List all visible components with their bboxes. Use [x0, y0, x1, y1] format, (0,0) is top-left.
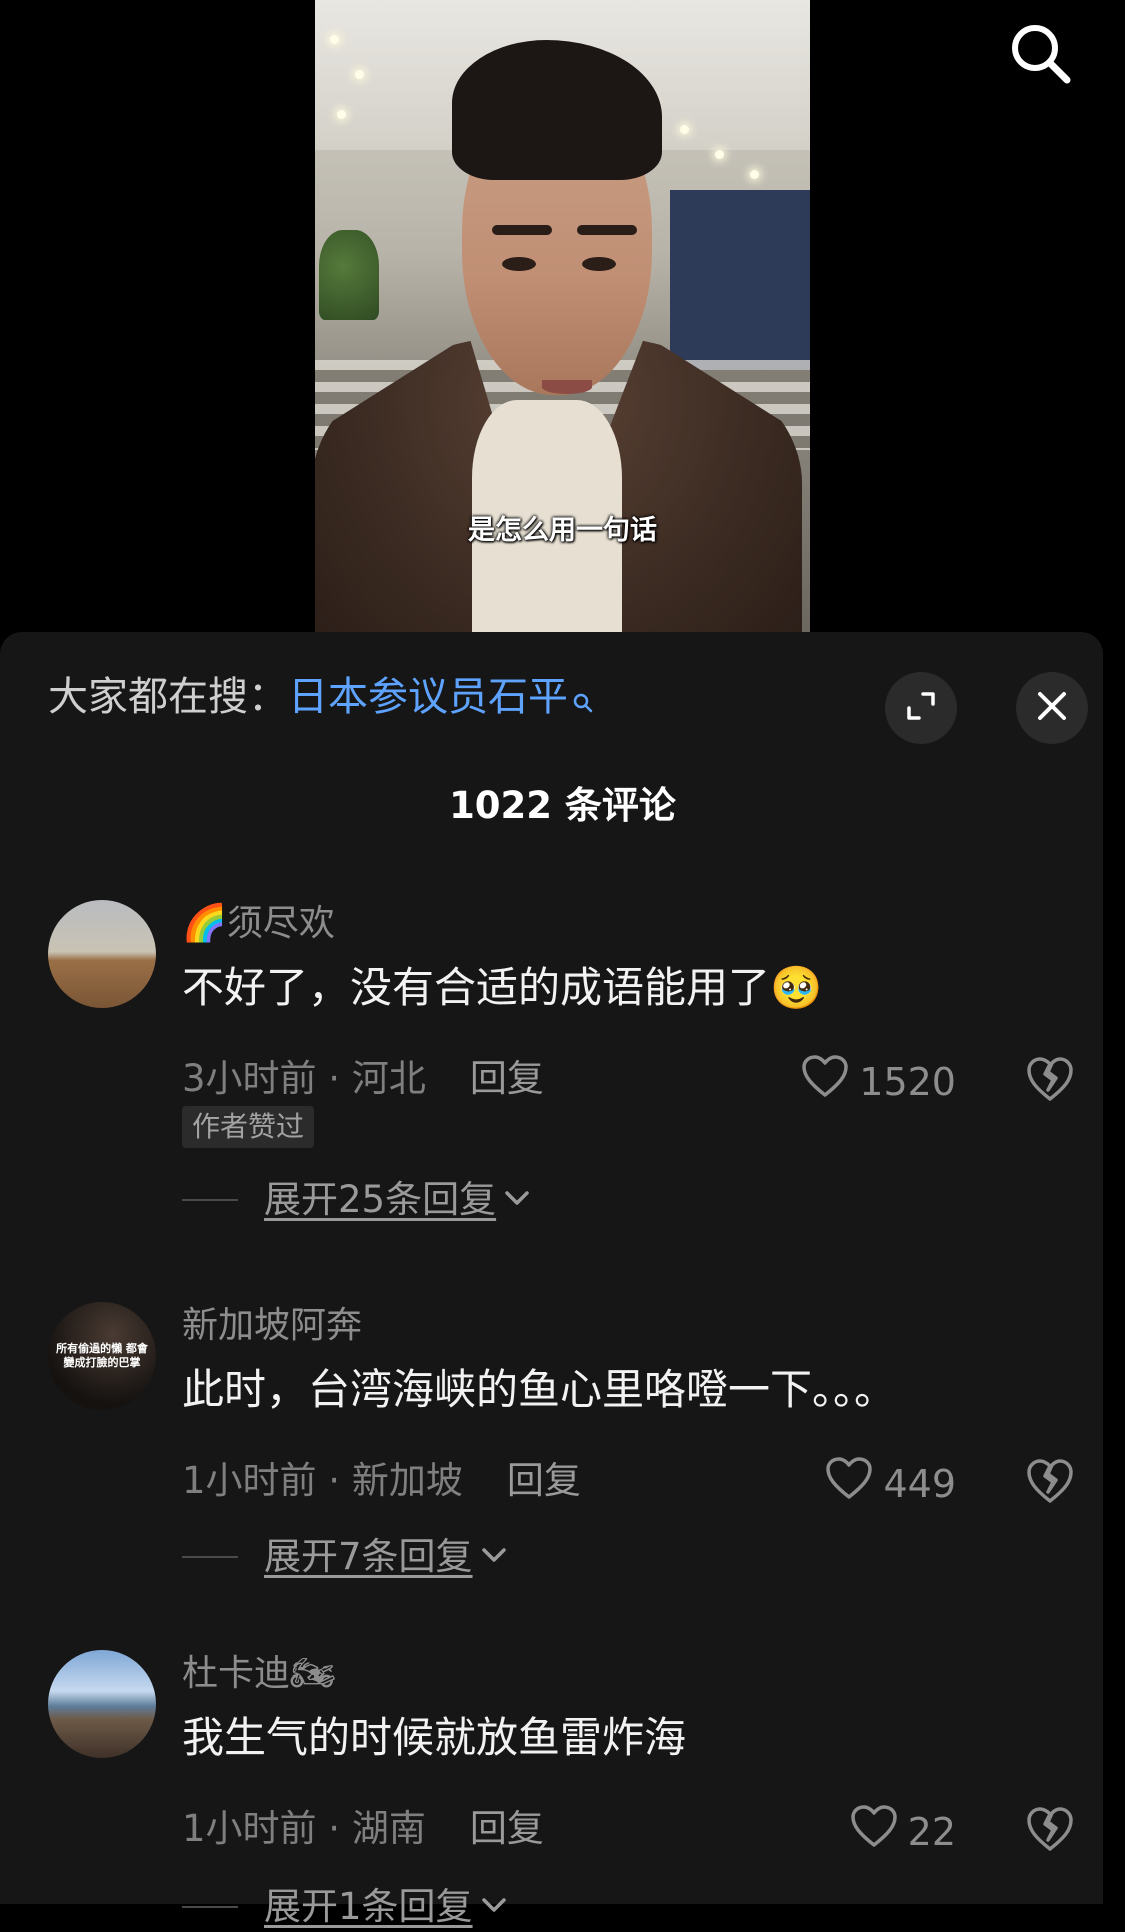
expand-replies-button[interactable]: 展开7条回复 — [182, 1532, 507, 1582]
motorcycle-emoji: 🏍 — [290, 1653, 336, 1694]
username-text: 杜卡迪 — [182, 1653, 291, 1694]
trending-search[interactable]: 大家都在搜：日本参议员石平 — [48, 672, 594, 726]
author-liked-badge: 作者赞过 — [182, 1106, 315, 1148]
dislike-icon[interactable] — [1025, 1804, 1075, 1854]
avatar[interactable]: 所有偷過的懶 都會變成打臉的巴掌 — [48, 1302, 156, 1410]
like-count: 1520 — [859, 1060, 956, 1104]
comment-meta: 3小时前 · 河北 回复 — [182, 1057, 544, 1100]
reply-button[interactable]: 回复 — [470, 1807, 544, 1850]
expand-button[interactable] — [885, 672, 957, 744]
like-button[interactable]: 22 — [850, 1804, 956, 1860]
video-frame[interactable]: 是怎么用一句话 — [315, 0, 810, 635]
comment-text-body: 不好了，没有合适的成语能用了 — [182, 963, 771, 1012]
avatar[interactable] — [48, 900, 156, 1008]
right-eye — [582, 257, 616, 271]
ceiling-light — [337, 110, 346, 119]
reply-button[interactable]: 回复 — [507, 1459, 581, 1502]
chevron-down-icon — [504, 1189, 530, 1211]
comment-username[interactable]: 🌈须尽欢 — [182, 900, 335, 948]
dislike-icon[interactable] — [1025, 1054, 1075, 1104]
comment-username[interactable]: 新加坡阿奔 — [182, 1302, 362, 1350]
expand-replies-label: 展开1条回复 — [264, 1885, 473, 1928]
comment-location: 河北 — [351, 1057, 426, 1100]
heart-icon — [801, 1054, 849, 1110]
dislike-icon[interactable] — [1025, 1456, 1075, 1506]
expand-replies-label: 展开25条回复 — [264, 1178, 497, 1221]
expand-replies-button[interactable]: 展开1条回复 — [182, 1882, 507, 1932]
divider-line — [182, 1199, 238, 1201]
close-icon — [1035, 689, 1069, 727]
like-button[interactable]: 449 — [825, 1456, 956, 1512]
avatar-caption: 所有偷過的懶 都會變成打臉的巴掌 — [56, 1342, 148, 1369]
video-player[interactable]: 是怎么用一句话 — [0, 0, 1125, 635]
expand-replies-button[interactable]: 展开25条回复 — [182, 1175, 530, 1225]
comments-panel: 大家都在搜：日本参议员石平 1022 条评论 🌈须尽欢 不好了，没有合适的成语能… — [0, 632, 1103, 1928]
close-button[interactable] — [1016, 672, 1088, 744]
expand-icon — [903, 688, 939, 728]
comment-meta: 1小时前 · 湖南 回复 — [182, 1807, 544, 1850]
comment-text: 不好了，没有合适的成语能用了🥹 — [182, 960, 822, 1016]
like-count: 22 — [907, 1810, 956, 1854]
chevron-down-icon — [481, 1546, 507, 1568]
comment-text: 我生气的时候就放鱼雷炸海 — [182, 1713, 687, 1762]
expand-replies-label: 展开7条回复 — [264, 1535, 473, 1578]
heart-icon — [850, 1804, 898, 1860]
mouth — [542, 380, 592, 394]
divider-line — [182, 1906, 238, 1908]
ceiling-light — [750, 170, 759, 179]
pleading-emoji: 🥹 — [770, 963, 823, 1012]
avatar[interactable] — [48, 1650, 156, 1758]
ceiling-light — [330, 35, 339, 44]
like-count: 449 — [883, 1462, 956, 1506]
left-eye — [502, 257, 536, 271]
plant — [319, 230, 379, 320]
left-brow — [492, 225, 552, 235]
comment-location: 新加坡 — [351, 1459, 463, 1502]
like-button[interactable]: 1520 — [801, 1054, 956, 1110]
reply-button[interactable]: 回复 — [470, 1057, 544, 1100]
comment-time: 1小时前 — [182, 1459, 317, 1502]
comment-text: 此时，台湾海峡的鱼心里咯噔一下。。。 — [182, 1365, 897, 1414]
comment-meta: 1小时前 · 新加坡 回复 — [182, 1459, 581, 1502]
heart-icon — [825, 1456, 873, 1512]
trending-label: 大家都在搜： — [48, 674, 288, 720]
hair — [452, 40, 662, 180]
username-text: 须尽欢 — [226, 903, 335, 944]
comment-time: 3小时前 — [182, 1057, 317, 1100]
right-brow — [577, 225, 637, 235]
comment-count: 1022 条评论 — [449, 784, 676, 827]
search-icon[interactable] — [1005, 18, 1077, 90]
trending-term[interactable]: 日本参议员石平 — [288, 674, 568, 720]
comment-time: 1小时前 — [182, 1807, 317, 1850]
search-icon — [572, 676, 594, 726]
rainbow-emoji: 🌈 — [182, 903, 227, 944]
chevron-down-icon — [481, 1896, 507, 1918]
comment-location: 湖南 — [351, 1807, 426, 1850]
divider-line — [182, 1556, 238, 1558]
ceiling-light — [355, 70, 364, 79]
video-subtitle: 是怎么用一句话 — [468, 515, 657, 546]
comment-username[interactable]: 杜卡迪🏍 — [182, 1650, 336, 1698]
